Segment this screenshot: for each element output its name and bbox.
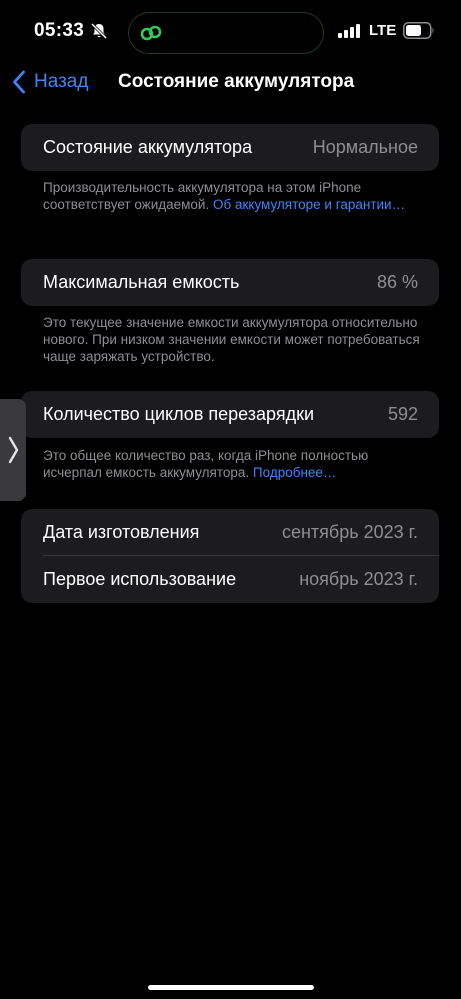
battery-icon [403, 22, 435, 39]
battery-health-row: Состояние аккумулятора Нормальное [21, 124, 439, 171]
battery-health-label: Состояние аккумулятора [43, 137, 253, 157]
status-time: 05:33 [34, 20, 85, 41]
status-bar: 05:33 LTE [0, 0, 461, 64]
battery-health-value: Нормальное [312, 137, 418, 157]
learn-more-link[interactable]: Подробнее… [253, 465, 337, 480]
max-capacity-card: Максимальная емкость 86 % [21, 259, 439, 306]
navigation-bar: Назад Состояние аккумулятора [0, 62, 461, 102]
first-use-value: ноябрь 2023 г. [299, 569, 418, 589]
dates-card: Дата изготовления сентябрь 2023 г. Перво… [21, 509, 439, 603]
manufacture-date-row: Дата изготовления сентябрь 2023 г. [21, 509, 439, 556]
home-indicator[interactable] [148, 985, 314, 990]
max-capacity-label: Максимальная емкость [43, 272, 240, 292]
bell-slash-icon [90, 22, 108, 40]
cycle-count-label: Количество циклов перезарядки [43, 404, 315, 424]
chevron-right-icon [8, 436, 18, 464]
network-type: LTE [369, 22, 397, 39]
battery-health-card: Состояние аккумулятора Нормальное [21, 124, 439, 171]
first-use-label: Первое использование [43, 569, 237, 589]
back-label: Назад [34, 71, 89, 92]
battery-health-footnote: Производительность аккумулятора на этом … [43, 179, 423, 213]
dynamic-island[interactable] [128, 12, 324, 54]
battery-warranty-link[interactable]: Об аккумуляторе и гарантии… [213, 197, 405, 212]
page-title: Состояние аккумулятора [118, 71, 355, 92]
manufacture-date-value: сентябрь 2023 г. [281, 522, 418, 542]
link-icon [139, 21, 163, 45]
cycle-count-card: Количество циклов перезарядки 592 [21, 391, 439, 438]
side-panel-handle[interactable] [0, 399, 26, 501]
back-button[interactable]: Назад [12, 68, 88, 96]
chevron-left-icon [13, 70, 25, 94]
max-capacity-footnote-text: Это текущее значение емкости аккумулятор… [43, 315, 420, 364]
cycle-count-row: Количество циклов перезарядки 592 [21, 391, 439, 438]
max-capacity-footnote: Это текущее значение емкости аккумулятор… [43, 314, 423, 365]
max-capacity-value: 86 % [376, 272, 418, 292]
max-capacity-row: Максимальная емкость 86 % [21, 259, 439, 306]
first-use-row: Первое использование ноябрь 2023 г. [21, 556, 439, 603]
manufacture-date-label: Дата изготовления [43, 522, 200, 542]
cycle-count-footnote: Это общее количество раз, когда iPhone п… [43, 447, 423, 481]
cellular-signal-icon [338, 24, 360, 38]
cycle-count-value: 592 [387, 404, 418, 424]
